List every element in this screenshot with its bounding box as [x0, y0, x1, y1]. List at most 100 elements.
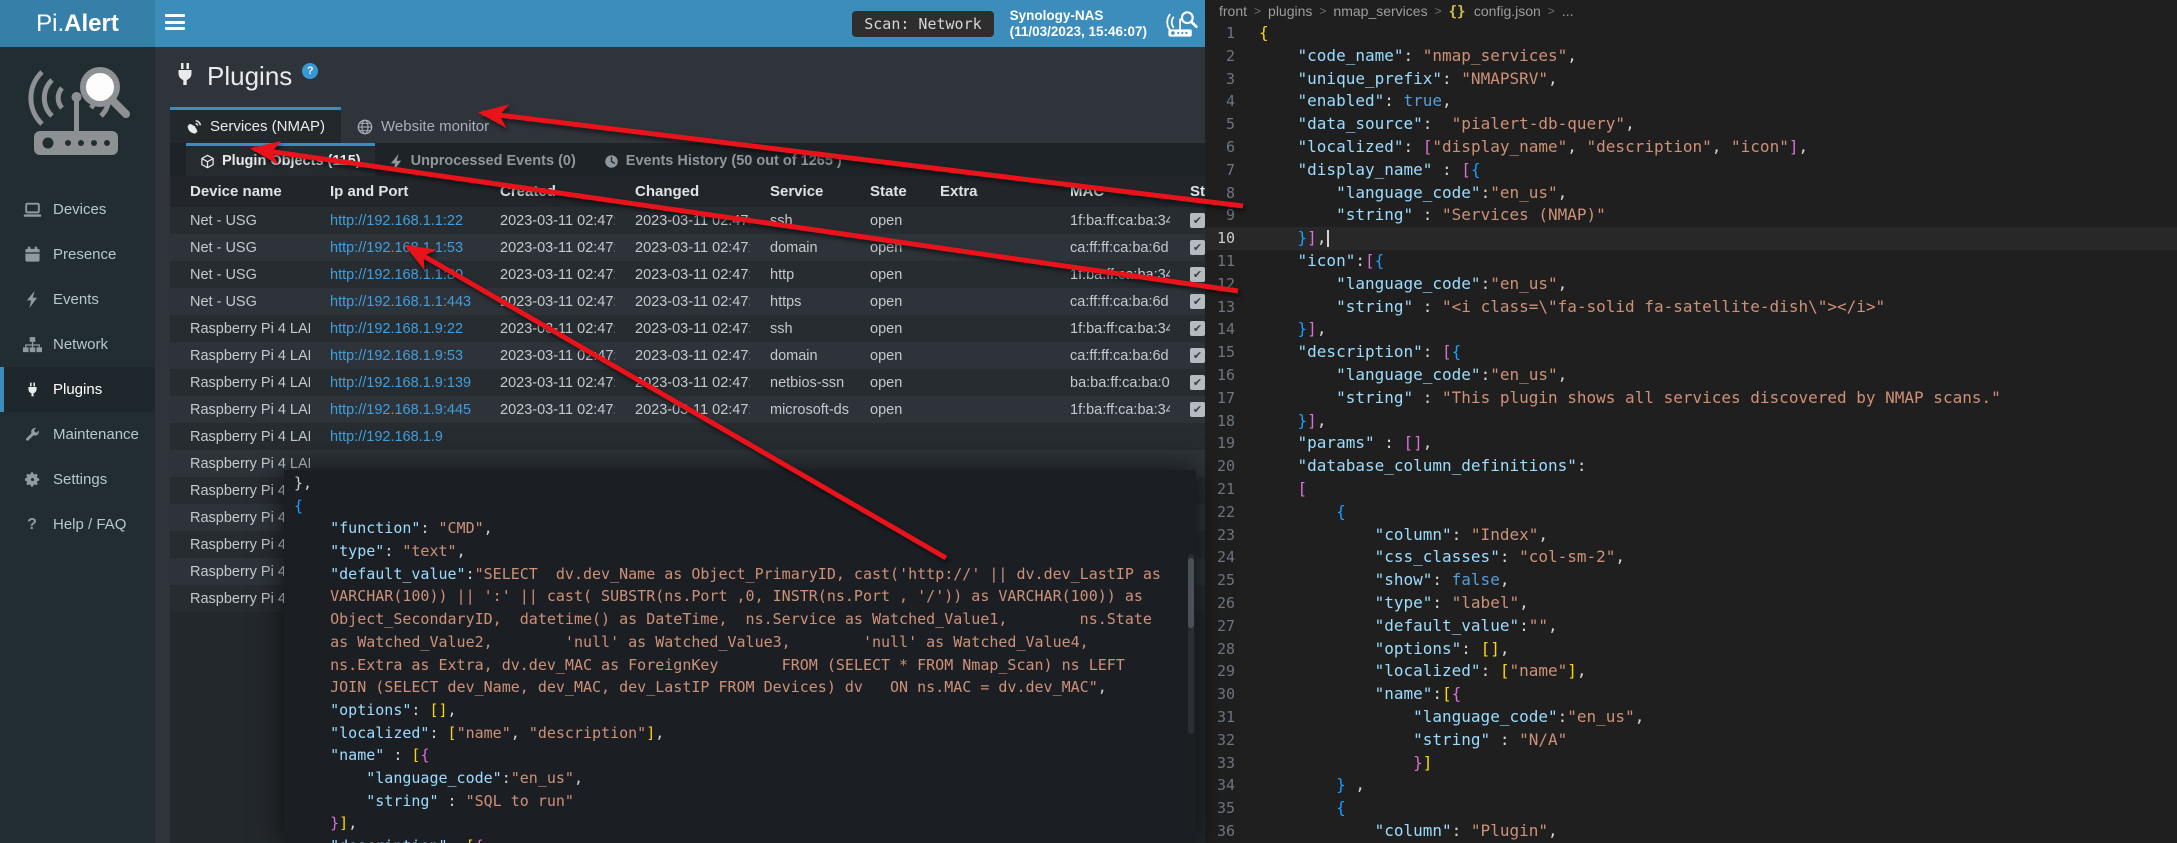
cell-ip-port: http://192.168.1.1:80 [310, 261, 480, 288]
line-number: 12 [1205, 273, 1251, 296]
column-header-created[interactable]: Created [480, 176, 615, 207]
cell-state: open [850, 261, 920, 288]
brand-logo[interactable]: Pi.Alert [0, 0, 155, 47]
sidebar-item-help-faq[interactable]: ? Help / FAQ [0, 502, 155, 547]
code-line: 9 "string" : "Services (NMAP)" [1205, 204, 2177, 227]
sidebar-item-label: Devices [53, 201, 106, 218]
sidebar-item-events[interactable]: Events [0, 277, 155, 322]
ip-port-link[interactable]: http://192.168.1.1:80 [330, 267, 463, 283]
column-header-state[interactable]: State [850, 176, 920, 207]
chevron-right-icon: > [1319, 4, 1326, 18]
cell-changed: 2023-03-11 02:47:20 [615, 369, 750, 396]
status-checkbox[interactable]: ✔ [1190, 321, 1205, 336]
status-checkbox[interactable]: ✔ [1190, 213, 1205, 228]
cell-state: open [850, 396, 920, 423]
page-title: Plugins [207, 61, 292, 91]
tab-services-nmap[interactable]: Services (NMAP) [170, 107, 341, 143]
breadcrumb-item[interactable]: {} config.json [1449, 3, 1541, 20]
cell-ip-port: http://192.168.1.1:53 [310, 234, 480, 261]
calendar-icon [22, 245, 42, 265]
cell-status: ✔ [1170, 261, 1205, 288]
status-checkbox[interactable]: ✔ [1190, 267, 1205, 282]
column-header-extra[interactable]: Extra [920, 176, 1050, 207]
code-line: "options": [], [294, 699, 1196, 722]
line-number: 24 [1205, 546, 1251, 569]
tab-unprocessed-events-0[interactable]: Unprocessed Events (0) [375, 143, 590, 176]
code-line: VARCHAR(100)) || ':' || cast( SUBSTR(ns.… [294, 585, 1196, 608]
status-checkbox[interactable]: ✔ [1190, 402, 1205, 417]
ip-port-link[interactable]: http://192.168.1.9:53 [330, 348, 463, 364]
nas-name: Synology-NAS [1010, 8, 1147, 24]
breadcrumb-item[interactable]: nmap_services [1333, 3, 1427, 19]
cell-service: ssh [750, 207, 850, 234]
cell-ip-port: http://192.168.1.9:139 [310, 369, 480, 396]
line-number: 16 [1205, 364, 1251, 387]
status-checkbox[interactable]: ✔ [1190, 240, 1205, 255]
sidebar-item-settings[interactable]: Settings [0, 457, 155, 502]
tab-events-history-50-out-of-1265[interactable]: Events History (50 out of 1265 ) [590, 143, 856, 176]
status-checkbox[interactable]: ✔ [1190, 348, 1205, 363]
code-line: 26 "type": "label", [1205, 592, 2177, 615]
help-badge[interactable]: ? [302, 63, 318, 79]
ip-port-link[interactable]: http://192.168.1.9:139 [330, 375, 471, 391]
plug-icon [22, 380, 42, 400]
table-row: Raspberry Pi 4 LANhttp://192.168.1.9 [170, 423, 1205, 450]
cell-created: 2023-03-11 02:47:20 [480, 396, 615, 423]
ip-port-link[interactable]: http://192.168.1.9:445 [330, 402, 471, 418]
column-header-mac[interactable]: MAC [1050, 176, 1170, 207]
code-line: 34 } , [1205, 774, 2177, 797]
column-header-status[interactable]: Status [1170, 176, 1205, 207]
cell-status: ✔ [1170, 207, 1205, 234]
question-icon: ? [22, 515, 42, 535]
line-number: 29 [1205, 660, 1251, 683]
ip-port-link[interactable]: http://192.168.1.1:53 [330, 240, 463, 256]
tab-website-monitor[interactable]: Website monitor [341, 107, 505, 143]
code-line: "function": "CMD", [294, 517, 1196, 540]
cell-service: domain [750, 342, 850, 369]
code-line: 25 "show": false, [1205, 569, 2177, 592]
overlay-scrollbar[interactable] [1188, 554, 1194, 734]
sidebar-item-network[interactable]: Network [0, 322, 155, 367]
ip-port-link[interactable]: http://192.168.1.1:22 [330, 213, 463, 229]
breadcrumb-item[interactable]: ... [1562, 3, 1574, 19]
column-header-changed[interactable]: Changed [615, 176, 750, 207]
cell-mac: ca:ff:ff:ca:ba:6d [1050, 342, 1170, 369]
code-line: Object_SecondaryID, datetime() as DateTi… [294, 608, 1196, 631]
sidebar-item-plugins[interactable]: Plugins [0, 367, 155, 412]
status-checkbox[interactable]: ✔ [1190, 294, 1205, 309]
sidebar-item-maintenance[interactable]: Maintenance [0, 412, 155, 457]
column-header-device-name[interactable]: Device name [170, 176, 310, 207]
tab-plugin-objects-115[interactable]: Plugin Objects (115) [186, 143, 375, 176]
editor-code-area[interactable]: 1{2 "code_name": "nmap_services",3 "uniq… [1205, 22, 2177, 843]
cell-service: domain [750, 234, 850, 261]
sidebar-item-label: Maintenance [53, 426, 139, 443]
column-header-ip-and-port[interactable]: Ip and Port [310, 176, 480, 207]
breadcrumb-item[interactable]: plugins [1268, 3, 1312, 19]
cell-ip-port: http://192.168.1.9:22 [310, 315, 480, 342]
code-line: 30 "name":[{ [1205, 683, 2177, 706]
sidebar-item-label: Help / FAQ [53, 516, 126, 533]
cell-changed: 2023-03-11 02:47:20 [615, 207, 750, 234]
sidebar-item-devices[interactable]: Devices [0, 187, 155, 232]
cell-service: https [750, 288, 850, 315]
cell-service: microsoft-ds [750, 396, 850, 423]
ip-port-link[interactable]: http://192.168.1.9:22 [330, 321, 463, 337]
cell-service: ssh [750, 315, 850, 342]
ip-port-link[interactable]: http://192.168.1.1:443 [330, 294, 471, 310]
line-number: 4 [1205, 90, 1251, 113]
ip-port-link[interactable]: http://192.168.1.9 [330, 429, 443, 445]
column-header-service[interactable]: Service [750, 176, 850, 207]
code-line: 6 "localized": ["display_name", "descrip… [1205, 136, 2177, 159]
status-checkbox[interactable]: ✔ [1190, 375, 1205, 390]
chevron-right-icon: > [1548, 4, 1555, 18]
line-number: 18 [1205, 410, 1251, 433]
sql-param-editor[interactable]: },{ "function": "CMD", "type": "text", "… [284, 470, 1196, 843]
cell-device-name: Net - USG [170, 207, 310, 234]
sidebar-item-presence[interactable]: Presence [0, 232, 155, 277]
cell-state: open [850, 288, 920, 315]
cell-mac: 1f:ba:ff:ca:ba:34 [1050, 396, 1170, 423]
code-line: 27 "default_value":"", [1205, 615, 2177, 638]
breadcrumb-item[interactable]: front [1219, 3, 1247, 19]
screen: Pi.Alert Scan: Network Synology-NAS (11/… [0, 0, 2177, 843]
menu-icon[interactable] [165, 14, 187, 33]
